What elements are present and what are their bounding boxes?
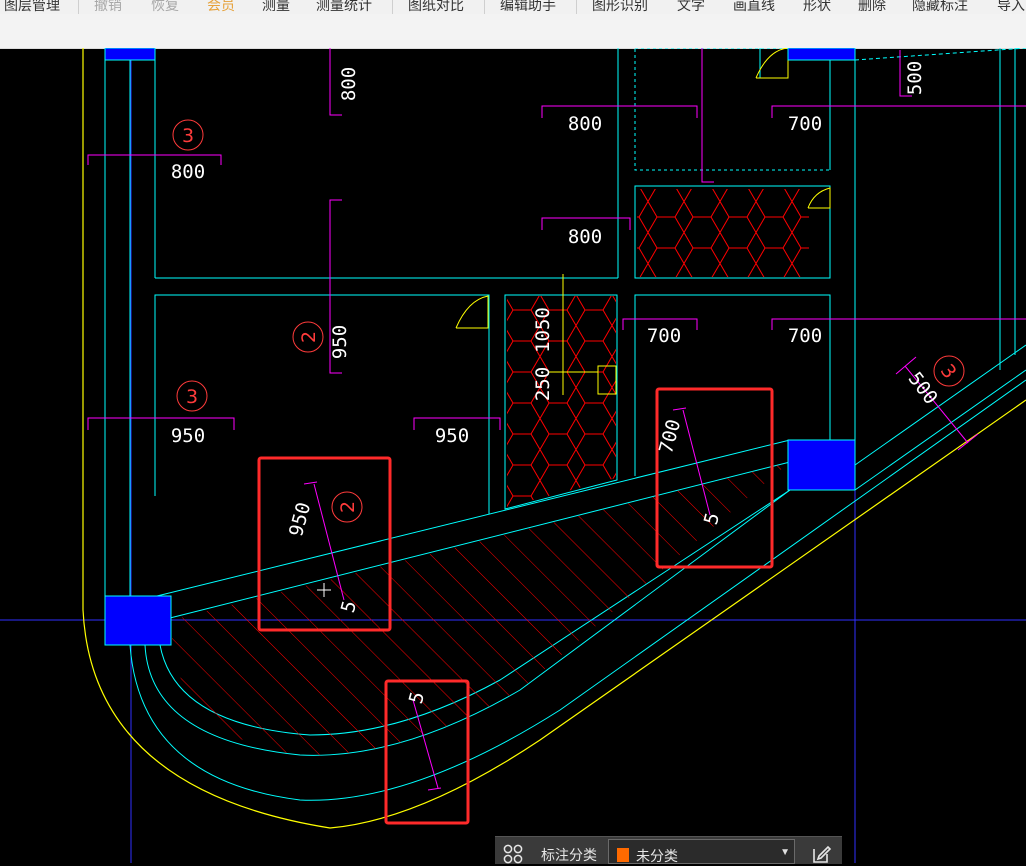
menu-import[interactable]: 导入 — [997, 0, 1025, 14]
svg-text:2: 2 — [298, 331, 320, 343]
annotation-category-panel: 标注分类 未分类 ▼ — [495, 836, 842, 864]
hex-fill-upper — [637, 189, 809, 277]
hex-fill-lower — [507, 296, 616, 507]
dim-left: 950 — [171, 425, 205, 447]
menu-shape[interactable]: 形状 — [803, 0, 831, 14]
dim-top-vertical: 800 — [338, 67, 360, 101]
dim-box2-value: 700 — [655, 417, 685, 456]
menu-divider — [392, 0, 393, 14]
edit-icon[interactable] — [810, 843, 832, 865]
menu-draw-line[interactable]: 画直线 — [733, 0, 775, 14]
svg-text:3: 3 — [936, 360, 961, 383]
menu-drawing-compare[interactable]: 图纸对比 — [408, 0, 464, 14]
menu-edit-assistant[interactable]: 编辑助手 — [500, 0, 556, 14]
cad-drawing: 800 800 700 800 500 800 950 1050 250 700… — [0, 48, 1026, 863]
svg-text:3: 3 — [182, 125, 194, 147]
dim-slant-right: 500 — [904, 368, 942, 409]
dim-hex-vertical-b: 250 — [532, 367, 554, 401]
menu-undo[interactable]: 撤销 — [94, 0, 122, 14]
menu-delete[interactable]: 删除 — [858, 0, 886, 14]
menu-text[interactable]: 文字 — [677, 0, 705, 14]
circle-label-upper-left: 3 — [172, 119, 204, 151]
dim-mid-center: 800 — [568, 226, 602, 248]
menu-measure-stats[interactable]: 测量统计 — [316, 0, 372, 14]
circle-label-slant-right: 3 — [933, 355, 965, 387]
dim-upper-right: 700 — [788, 113, 822, 135]
annotation-category-value: 未分类 — [636, 848, 678, 864]
category-color-swatch — [617, 848, 629, 862]
circle-label-lower-left: 3 — [176, 380, 208, 412]
circle-label-box1: 2 — [331, 491, 363, 523]
dim-upper-left: 800 — [171, 161, 205, 183]
dim-box1-value: 950 — [285, 500, 315, 539]
menu-hide-annotations[interactable]: 隐藏标注 — [912, 0, 968, 14]
dim-hex-vertical-a: 1050 — [532, 307, 554, 353]
menu-vip[interactable]: 会员 — [207, 0, 235, 14]
menu-divider — [78, 0, 79, 14]
cad-canvas[interactable]: 800 800 700 800 500 800 950 1050 250 700… — [0, 48, 1026, 863]
annotation-category-select[interactable]: 未分类 ▼ — [608, 839, 795, 864]
menu-divider — [484, 0, 485, 14]
svg-text:3: 3 — [186, 386, 198, 408]
menu-shape-recognition[interactable]: 图形识别 — [592, 0, 648, 14]
chevron-down-icon[interactable]: ▼ — [780, 847, 790, 858]
dim-upper-mid: 800 — [568, 113, 602, 135]
annotation-category-label: 标注分类 — [541, 847, 597, 863]
dim-far-right-vertical: 500 — [904, 61, 926, 95]
toolbar-strip — [0, 14, 1026, 49]
grid-icon[interactable] — [503, 844, 523, 864]
menu-measure[interactable]: 测量 — [262, 0, 290, 14]
svg-text:2: 2 — [337, 501, 359, 513]
dim-center-right: 700 — [647, 325, 681, 347]
top-menubar: 图层管理 撤销 恢复 会员 测量 测量统计 图纸对比 编辑助手 图形识别 文字 … — [0, 0, 1026, 14]
dim-center: 950 — [435, 425, 469, 447]
menu-divider — [576, 0, 577, 14]
circle-label-mid: 2 — [292, 321, 324, 353]
dim-right: 700 — [788, 325, 822, 347]
dim-mid-vertical: 950 — [329, 325, 351, 359]
menu-layer-manage[interactable]: 图层管理 — [4, 0, 60, 14]
menu-redo[interactable]: 恢复 — [151, 0, 179, 14]
